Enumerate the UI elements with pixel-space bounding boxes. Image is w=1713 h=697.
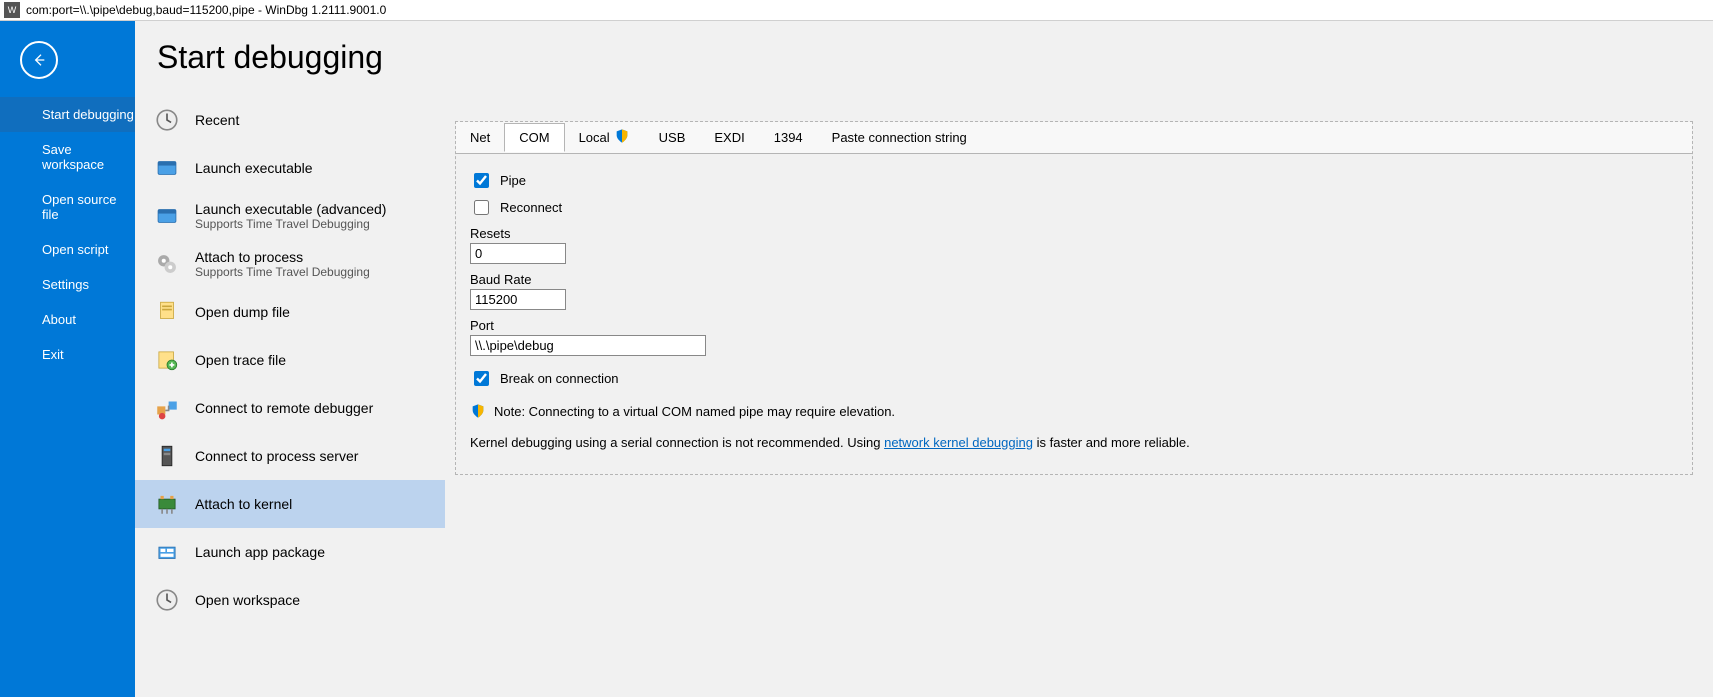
option-label: Open dump file <box>195 304 290 320</box>
sidebar-item-start-debugging[interactable]: Start debugging <box>0 97 135 132</box>
option-label: Recent <box>195 112 239 128</box>
break-checkbox-row[interactable]: Break on connection <box>470 368 1678 389</box>
sidebar-item-open-source-file[interactable]: Open source file <box>0 182 135 232</box>
resets-input[interactable] <box>470 243 566 264</box>
remote-icon <box>153 394 181 422</box>
option-label: Open trace file <box>195 352 286 368</box>
window-title: com:port=\\.\pipe\debug,baud=115200,pipe… <box>26 3 386 17</box>
tab-label: USB <box>659 130 686 145</box>
option-attach-to-process[interactable]: Attach to processSupports Time Travel De… <box>135 240 445 288</box>
recommendation-text: Kernel debugging using a serial connecti… <box>470 435 1678 450</box>
tab-exdi[interactable]: EXDI <box>700 124 759 151</box>
tab-label: Paste connection string <box>832 130 967 145</box>
trace-icon <box>153 346 181 374</box>
option-label: Connect to process server <box>195 448 358 464</box>
port-label: Port <box>470 318 1678 333</box>
elevation-note: Note: Connecting to a virtual COM named … <box>470 403 1678 419</box>
tab-label: COM <box>519 130 549 145</box>
tab-net[interactable]: Net <box>456 124 505 151</box>
sidebar: Start debuggingSave workspaceOpen source… <box>0 21 135 697</box>
sidebar-item-settings[interactable]: Settings <box>0 267 135 302</box>
tab-label: Local <box>579 130 610 145</box>
break-checkbox[interactable] <box>474 371 489 386</box>
exe-icon <box>153 154 181 182</box>
tab-label: Net <box>470 130 490 145</box>
option-label: Launch executable (advanced) <box>195 201 386 217</box>
sidebar-item-save-workspace[interactable]: Save workspace <box>0 132 135 182</box>
server-icon <box>153 442 181 470</box>
clock-icon <box>153 106 181 134</box>
port-input[interactable] <box>470 335 706 356</box>
option-sublabel: Supports Time Travel Debugging <box>195 265 370 279</box>
tab-paste-connection-string[interactable]: Paste connection string <box>818 124 982 151</box>
tab-1394[interactable]: 1394 <box>760 124 818 151</box>
reconnect-label: Reconnect <box>500 200 562 215</box>
option-sublabel: Supports Time Travel Debugging <box>195 217 386 231</box>
titlebar: W com:port=\\.\pipe\debug,baud=115200,pi… <box>0 0 1713 21</box>
content-area: Net COM Local USB EXDI 1394 Paste connection s… <box>445 21 1713 697</box>
pipe-label: Pipe <box>500 173 526 188</box>
network-debug-link[interactable]: network kernel debugging <box>884 435 1033 450</box>
panel-body: Pipe Reconnect Resets Baud Rate Port Bre… <box>456 154 1692 474</box>
option-label: Connect to remote debugger <box>195 400 373 416</box>
app-icon: W <box>4 2 20 18</box>
exe2-icon <box>153 202 181 230</box>
kernel-icon <box>153 490 181 518</box>
main-layout: Start debuggingSave workspaceOpen source… <box>0 21 1713 697</box>
info-post: is faster and more reliable. <box>1033 435 1190 450</box>
break-label: Break on connection <box>500 371 619 386</box>
clock-icon <box>153 586 181 614</box>
option-attach-to-kernel[interactable]: Attach to kernel <box>135 480 445 528</box>
option-launch-executable[interactable]: Launch executable <box>135 144 445 192</box>
option-label: Open workspace <box>195 592 300 608</box>
option-label: Launch app package <box>195 544 325 560</box>
page-title: Start debugging <box>157 39 445 76</box>
pipe-checkbox[interactable] <box>474 173 489 188</box>
reconnect-checkbox[interactable] <box>474 200 489 215</box>
dump-icon <box>153 298 181 326</box>
option-open-dump-file[interactable]: Open dump file <box>135 288 445 336</box>
option-launch-app-package[interactable]: Launch app package <box>135 528 445 576</box>
option-connect-to-remote-debugger[interactable]: Connect to remote debugger <box>135 384 445 432</box>
option-open-workspace[interactable]: Open workspace <box>135 576 445 624</box>
sidebar-item-about[interactable]: About <box>0 302 135 337</box>
option-label: Attach to process <box>195 249 370 265</box>
sidebar-item-exit[interactable]: Exit <box>0 337 135 372</box>
pipe-checkbox-row[interactable]: Pipe <box>470 170 1678 191</box>
tab-strip: Net COM Local USB EXDI 1394 Paste connection s… <box>456 122 1692 154</box>
option-label: Launch executable <box>195 160 313 176</box>
tab-label: EXDI <box>714 130 744 145</box>
tab-label: 1394 <box>774 130 803 145</box>
config-panel: Net COM Local USB EXDI 1394 Paste connection s… <box>455 121 1693 475</box>
option-launch-executable-advanced-[interactable]: Launch executable (advanced)Supports Tim… <box>135 192 445 240</box>
note-text: Note: Connecting to a virtual COM named … <box>494 404 895 419</box>
option-open-trace-file[interactable]: Open trace file <box>135 336 445 384</box>
option-connect-to-process-server[interactable]: Connect to process server <box>135 432 445 480</box>
option-label: Attach to kernel <box>195 496 292 512</box>
resets-label: Resets <box>470 226 1678 241</box>
arrow-left-icon <box>31 52 47 68</box>
reconnect-checkbox-row[interactable]: Reconnect <box>470 197 1678 218</box>
sidebar-item-open-script[interactable]: Open script <box>0 232 135 267</box>
tab-usb[interactable]: USB <box>645 124 701 151</box>
baud-input[interactable] <box>470 289 566 310</box>
shield-icon <box>614 128 630 147</box>
baud-label: Baud Rate <box>470 272 1678 287</box>
gear-icon <box>153 250 181 278</box>
options-column: Start debugging Recent Launch executable L… <box>135 21 445 697</box>
shield-icon <box>470 403 486 419</box>
info-pre: Kernel debugging using a serial connecti… <box>470 435 884 450</box>
back-button[interactable] <box>20 41 58 79</box>
option-recent[interactable]: Recent <box>135 96 445 144</box>
tab-local[interactable]: Local <box>565 122 645 153</box>
tab-com[interactable]: COM <box>504 123 564 152</box>
package-icon <box>153 538 181 566</box>
